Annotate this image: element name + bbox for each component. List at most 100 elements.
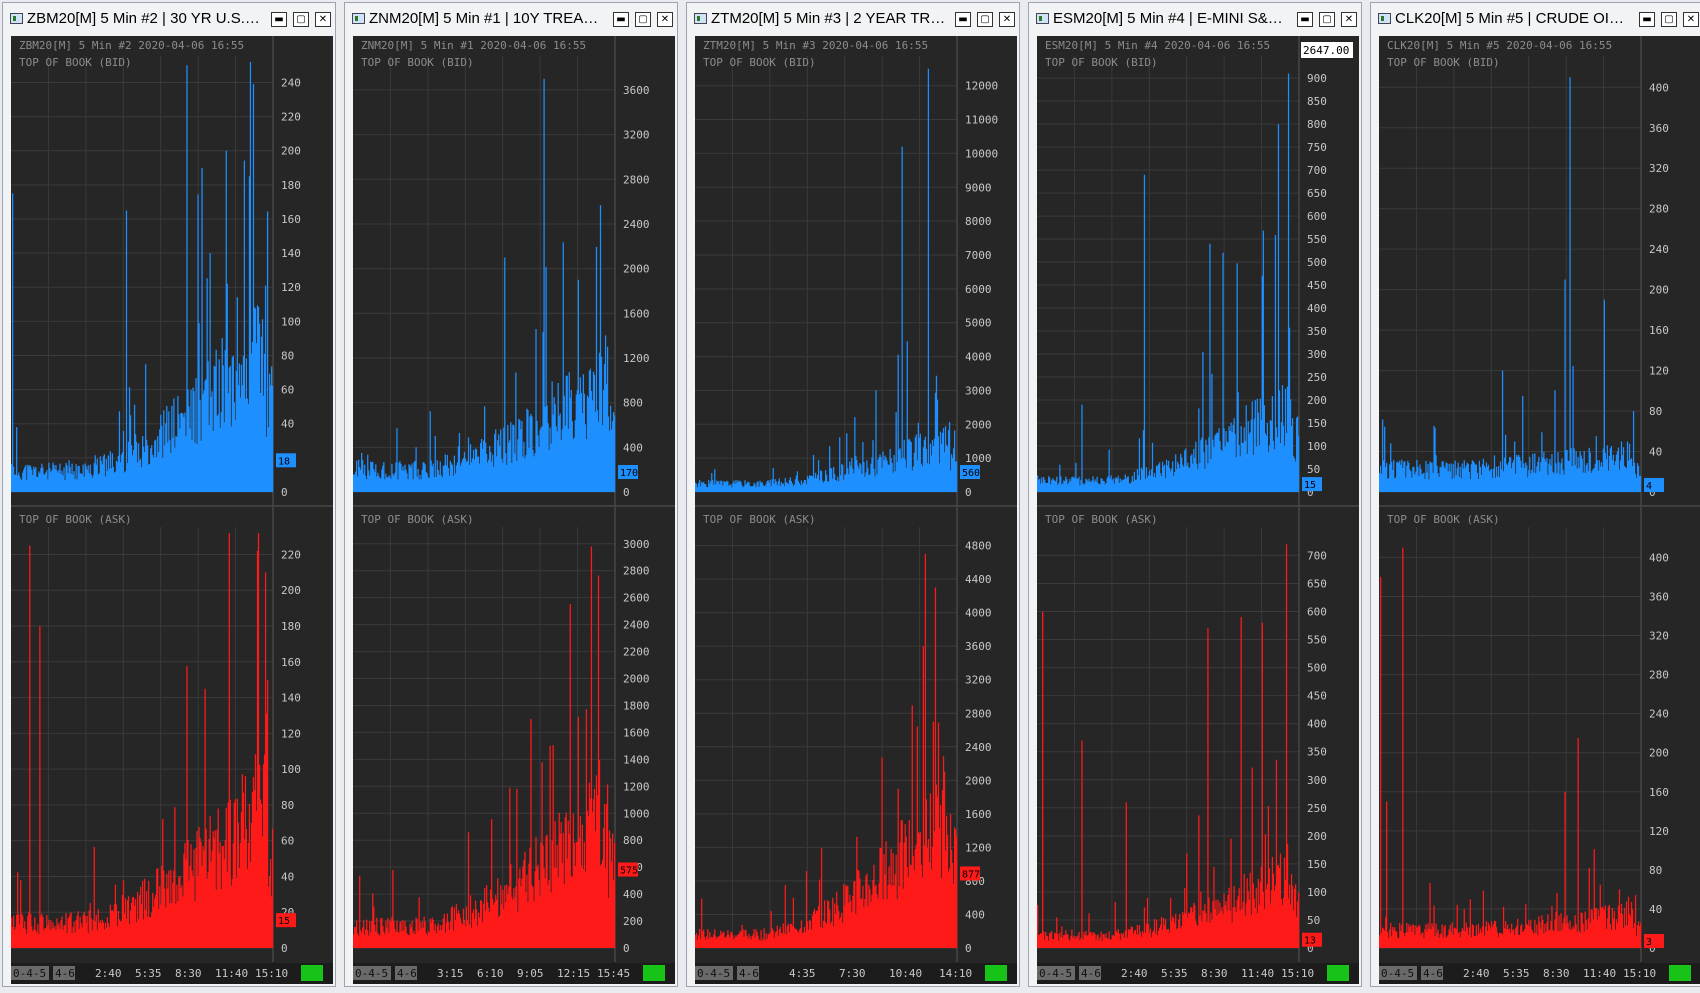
bid-background [695, 36, 1017, 506]
connection-status-indicator[interactable] [643, 965, 665, 981]
bid-tick-label: 2000 [623, 263, 650, 276]
ask-tick-label: 500 [1307, 662, 1327, 675]
minimize-icon[interactable]: ▬ [1297, 12, 1313, 27]
window-titlebar[interactable]: ESM20[M] 5 Min #4 | E-MINI S&P 500 ▬ ▢ ✕ [1029, 3, 1361, 35]
time-axis-label: 4-6 [739, 967, 759, 980]
maximize-icon[interactable]: ▢ [635, 12, 651, 27]
chart-app-icon[interactable] [1378, 13, 1391, 24]
ask-tick-label: 200 [1307, 830, 1327, 843]
chart-canvas[interactable]: 02040608010012014016018020022024018TOP O… [11, 36, 333, 984]
chart-canvas[interactable]: 04008001200160020002400280032003600170TO… [353, 36, 675, 984]
ask-tick-label: 250 [1307, 802, 1327, 815]
maximize-icon[interactable]: ▢ [293, 12, 309, 27]
window-titlebar[interactable]: ZNM20[M] 5 Min #1 | 10Y TREASURY NOTE ▬ ▢ ✕ [345, 3, 677, 35]
ask-last-value: 877 [962, 869, 980, 880]
bid-tick-label: 9000 [965, 181, 992, 194]
chart-app-icon[interactable] [352, 13, 365, 24]
bid-last-value: 18 [278, 456, 290, 467]
bid-last-value: 4 [1646, 481, 1652, 492]
window-titlebar[interactable]: CLK20[M] 5 Min #5 | CRUDE OIL WTI ▬ ▢ ✕ [1371, 3, 1700, 35]
close-icon[interactable]: ✕ [1341, 12, 1357, 27]
maximize-icon[interactable]: ▢ [1319, 12, 1335, 27]
minimize-icon[interactable]: ▬ [613, 12, 629, 27]
time-axis-label: 0-4-5 [13, 967, 46, 980]
bid-tick-label: 50 [1307, 463, 1320, 476]
close-icon[interactable]: ✕ [999, 12, 1015, 27]
ask-panel: 0501001502002503003504004505005506006507… [1037, 507, 1359, 962]
chart-canvas[interactable]: 0501001502002503003504004505005506006507… [1037, 36, 1359, 984]
ask-tick-label: 0 [623, 942, 630, 955]
chart-window-zb[interactable]: ZBM20[M] 5 Min #2 | 30 YR U.S. TREASURY … [2, 2, 336, 987]
ask-tick-label: 360 [1649, 590, 1669, 603]
maximize-icon[interactable]: ▢ [1661, 12, 1677, 27]
ask-panel-label: TOP OF BOOK (ASK) [361, 513, 474, 526]
ask-tick-label: 400 [1307, 718, 1327, 731]
connection-status-indicator[interactable] [985, 965, 1007, 981]
chart-app-icon[interactable] [694, 13, 707, 24]
window-title: ZBM20[M] 5 Min #2 | 30 YR U.S. TREASURY … [27, 10, 263, 27]
price-label: 2647.00 [1303, 44, 1349, 57]
bid-last-value: 15 [1304, 480, 1316, 491]
chart-area[interactable]: 0 400 800 1200 1600 2000 2400 2800 3200 3600 170 TO… [353, 36, 675, 984]
window-titlebar[interactable]: ZTM20[M] 5 Min #3 | 2 YEAR TREASURY NOTE… [687, 3, 1019, 35]
ask-last-value: 15 [278, 916, 290, 927]
chart-area[interactable]: 0 50 100 150 200 250 300 350 400 450 500 550 600 650 7… [1037, 36, 1359, 984]
ask-tick-label: 0 [281, 942, 288, 955]
chart-canvas[interactable]: 0100020003000400050006000700080009000100… [695, 36, 1017, 984]
chart-area[interactable]: 0 1000 2000 3000 4000 5000 6000 7000 8000 9000 100… [695, 36, 1017, 984]
close-icon[interactable]: ✕ [315, 12, 331, 27]
bid-tick-label: 400 [1649, 81, 1669, 94]
ask-tick-label: 4000 [965, 607, 992, 620]
chart-area[interactable]: 02040608010012014016018020022024018TOP O… [11, 36, 333, 984]
close-icon[interactable]: ✕ [657, 12, 673, 27]
bid-tick-label: 8000 [965, 215, 992, 228]
bid-panel: 02040608010012014016018020022024018TOP O… [11, 36, 333, 506]
time-axis-label: 11:40 [1583, 967, 1616, 980]
bid-tick-label: 0 [965, 486, 972, 499]
chart-canvas[interactable]: 040801201602002402803203604004TOP OF BOO… [1379, 36, 1700, 984]
ask-tick-label: 1800 [623, 699, 650, 712]
bid-tick-label: 400 [623, 441, 643, 454]
ask-tick-label: 120 [1649, 825, 1669, 838]
close-icon[interactable]: ✕ [1683, 12, 1699, 27]
chart-window-zn[interactable]: ZNM20[M] 5 Min #1 | 10Y TREASURY NOTE ▬ ▢ ✕… [344, 2, 678, 987]
chart-app-icon[interactable] [1036, 13, 1049, 24]
bid-tick-label: 80 [281, 349, 294, 362]
time-axis-label: 5:35 [1161, 967, 1188, 980]
chart-window-cl[interactable]: CLK20[M] 5 Min #5 | CRUDE OIL WTI ▬ ▢ ✕ 0 40 8… [1370, 2, 1700, 987]
ask-tick-label: 240 [1649, 708, 1669, 721]
bid-tick-label: 80 [1649, 405, 1662, 418]
connection-status-indicator[interactable] [301, 965, 323, 981]
bid-tick-label: 240 [281, 76, 301, 89]
bid-background [1379, 36, 1700, 506]
bid-panel: 0 400 800 1200 1600 2000 2400 2800 3200 3600 170 TO… [353, 36, 675, 506]
ask-last-value: 13 [1304, 936, 1316, 947]
time-axis-label: 0-4-5 [355, 967, 388, 980]
minimize-icon[interactable]: ▬ [271, 12, 287, 27]
minimize-icon[interactable]: ▬ [955, 12, 971, 27]
connection-status-indicator[interactable] [1327, 965, 1349, 981]
time-axis-label: 0-4-5 [1039, 967, 1072, 980]
chart-window-es[interactable]: ESM20[M] 5 Min #4 | E-MINI S&P 500 ▬ ▢ ✕ 0 50… [1028, 2, 1362, 987]
chart-app-icon[interactable] [10, 13, 23, 24]
connection-status-indicator[interactable] [1669, 965, 1691, 981]
bid-tick-label: 1000 [965, 452, 992, 465]
bid-tick-label: 100 [1307, 440, 1327, 453]
ask-tick-label: 2800 [965, 707, 992, 720]
bid-tick-label: 700 [1307, 164, 1327, 177]
time-axis-label: 15:10 [1623, 967, 1656, 980]
chart-window-zt[interactable]: ZTM20[M] 5 Min #3 | 2 YEAR TREASURY NOTE… [686, 2, 1020, 987]
bid-tick-label: 4000 [965, 351, 992, 364]
bid-tick-label: 120 [281, 281, 301, 294]
ask-tick-label: 450 [1307, 690, 1327, 703]
maximize-icon[interactable]: ▢ [977, 12, 993, 27]
bid-tick-label: 3000 [965, 384, 992, 397]
window-titlebar[interactable]: ZBM20[M] 5 Min #2 | 30 YR U.S. TREASURY … [3, 3, 335, 35]
ask-tick-label: 160 [281, 656, 301, 669]
minimize-icon[interactable]: ▬ [1639, 12, 1655, 27]
chart-area[interactable]: 0 40 80 120 160 200 240 280 320 360 400 4 TOP OF BOO… [1379, 36, 1700, 984]
time-axis-label: 12:15 [557, 967, 590, 980]
ask-tick-label: 1400 [623, 753, 650, 766]
ask-tick-label: 1000 [623, 807, 650, 820]
ask-tick-label: 120 [281, 727, 301, 740]
